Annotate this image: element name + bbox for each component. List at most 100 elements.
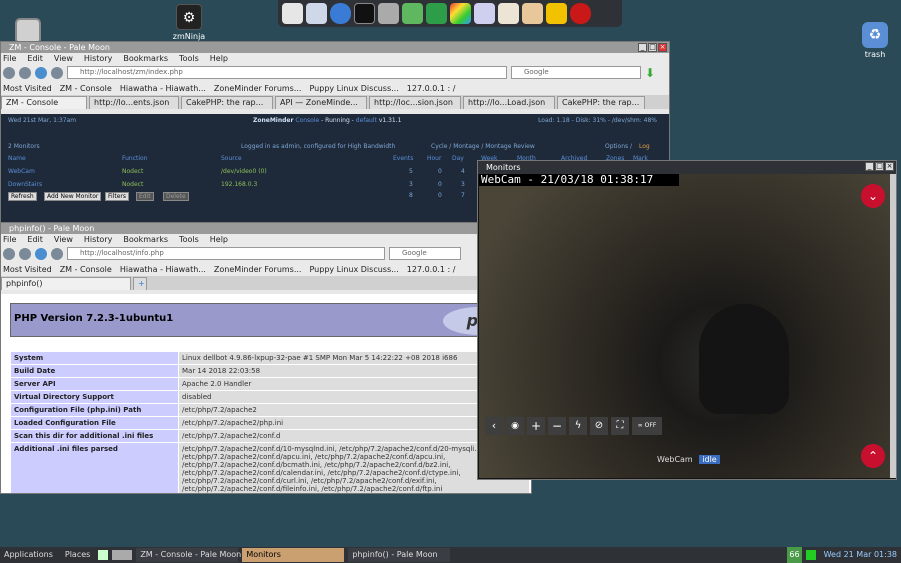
back-icon[interactable] — [3, 247, 15, 260]
workspace-switcher[interactable] — [112, 550, 133, 560]
col-hour[interactable]: Hour — [427, 155, 441, 162]
scroll-up-button[interactable]: ⌃ — [861, 444, 885, 468]
back-icon[interactable] — [3, 66, 15, 79]
close-button[interactable]: × — [658, 43, 667, 52]
tab-cakephp-1[interactable]: CakePHP: the rap... — [181, 96, 273, 109]
row-function[interactable]: Nodect — [122, 168, 143, 175]
cloud-icon[interactable] — [306, 3, 327, 24]
row-source[interactable]: 192.168.0.3 — [221, 181, 257, 188]
add-monitor-button[interactable]: Add New Monitor — [44, 192, 102, 201]
fullscreen-icon[interactable]: ⛶ — [611, 417, 629, 435]
bookmark-localhost[interactable]: 127.0.0.1 : / — [407, 265, 456, 274]
zm-view-links[interactable]: Cycle / Montage / Montage Review — [431, 143, 535, 150]
zm-log-link[interactable]: Log — [639, 143, 650, 150]
zoom-out-icon[interactable]: − — [548, 417, 566, 435]
new-tab-button[interactable]: + — [133, 277, 147, 290]
settings-icon[interactable] — [498, 3, 519, 24]
reload-icon[interactable] — [35, 66, 47, 79]
terminal-icon[interactable] — [354, 3, 375, 24]
no-entry-icon[interactable]: ⊘ — [590, 417, 608, 435]
row-hour[interactable]: 0 — [438, 168, 442, 175]
menu-help[interactable]: Help — [210, 53, 228, 64]
bookmark-puppy-linux[interactable]: Puppy Linux Discuss... — [309, 84, 398, 93]
task-zm-console[interactable]: ZM - Console - Pale Moon — [136, 548, 241, 562]
tab-phpinfo[interactable]: phpinfo() — [1, 277, 131, 290]
menu-bookmarks[interactable]: Bookmarks — [123, 234, 168, 245]
row-day[interactable]: 4 — [461, 168, 465, 175]
zmninja-desktop-icon[interactable]: ⚙ zmNinja — [161, 4, 217, 41]
back-icon[interactable]: ‹ — [485, 417, 503, 435]
col-function[interactable]: Function — [122, 155, 148, 162]
minimize-button[interactable]: _ — [638, 43, 647, 52]
tab-api-zoneminder[interactable]: API — ZoneMinde... — [275, 96, 367, 109]
task-phpinfo[interactable]: phpinfo() - Pale Moon — [348, 548, 451, 562]
forward-icon[interactable] — [19, 66, 31, 79]
menu-file[interactable]: File — [3, 53, 16, 64]
row-events[interactable]: 5 — [409, 168, 413, 175]
color-picker-icon[interactable] — [450, 3, 471, 24]
bookmark-most-visited[interactable]: Most Visited — [3, 265, 52, 274]
network-icon[interactable] — [805, 550, 816, 560]
menu-history[interactable]: History — [84, 234, 112, 245]
maximize-button[interactable]: □ — [648, 43, 657, 52]
bookmark-zoneminder-forums[interactable]: ZoneMinder Forums... — [214, 265, 302, 274]
zm-logged-in[interactable]: Logged in as admin, configured for High … — [241, 143, 395, 150]
applications-menu[interactable]: Applications — [0, 548, 57, 562]
row-events[interactable]: 3 — [409, 181, 413, 188]
scroll-down-button[interactable]: ⌄ — [861, 184, 885, 208]
bookmark-zm-console[interactable]: ZM - Console — [60, 84, 112, 93]
monitors-scrollbar[interactable] — [890, 174, 896, 478]
trash-desktop-icon[interactable]: ♻ trash — [847, 22, 901, 59]
home-icon[interactable] — [51, 66, 63, 79]
minimize-button[interactable]: _ — [865, 162, 874, 171]
monitor-icon[interactable] — [378, 3, 399, 24]
row-day[interactable]: 3 — [461, 181, 465, 188]
filters-button[interactable]: Filters — [105, 192, 129, 201]
edit-button[interactable]: Edit — [136, 192, 154, 201]
refresh-button[interactable]: Refresh — [8, 192, 37, 201]
bookmark-hiawatha[interactable]: Hiawatha - Hiawath... — [120, 84, 206, 93]
col-source[interactable]: Source — [221, 155, 242, 162]
show-desktop-icon[interactable] — [98, 550, 109, 560]
cycle-off-button[interactable]: ∞ OFF — [632, 417, 662, 435]
forward-icon[interactable] — [19, 247, 31, 260]
menu-view[interactable]: View — [54, 53, 73, 64]
flash-icon[interactable]: ϟ — [569, 417, 587, 435]
zoom-in-icon[interactable]: + — [527, 417, 545, 435]
zm-console-link[interactable]: Console — [295, 117, 319, 124]
edit-icon[interactable] — [546, 3, 567, 24]
reload-icon[interactable] — [35, 247, 47, 260]
tab-zm-console[interactable]: ZM - Console — [1, 96, 87, 109]
bookmark-hiawatha[interactable]: Hiawatha - Hiawath... — [120, 265, 206, 274]
col-day[interactable]: Day — [452, 155, 464, 162]
row-name[interactable]: DownStairs — [8, 181, 42, 188]
row-hour[interactable]: 0 — [438, 181, 442, 188]
menu-help[interactable]: Help — [210, 234, 228, 245]
close-button[interactable]: × — [885, 162, 894, 171]
chat-icon[interactable] — [330, 3, 351, 24]
tab-cakephp-2[interactable]: CakePHP: the rap... — [557, 96, 645, 109]
bookmark-localhost[interactable]: 127.0.0.1 : / — [407, 84, 456, 93]
calculator-icon[interactable] — [402, 3, 423, 24]
tab-events-json[interactable]: http://lo...ents.json — [89, 96, 179, 109]
package-icon[interactable] — [522, 3, 543, 24]
bookmark-puppy-linux[interactable]: Puppy Linux Discuss... — [309, 265, 398, 274]
url-bar[interactable]: http://localhost/info.php — [67, 247, 385, 260]
url-bar[interactable]: http://localhost/zm/index.php — [67, 66, 507, 79]
tab-load-json[interactable]: http://lo...Load.json — [463, 96, 555, 109]
camera-icon[interactable]: ◉ — [506, 417, 524, 435]
task-monitors[interactable]: Monitors — [242, 548, 345, 562]
col-events[interactable]: Events — [393, 155, 413, 162]
download-icon[interactable]: ⬇ — [645, 66, 655, 80]
places-menu[interactable]: Places — [61, 548, 94, 562]
menu-tools[interactable]: Tools — [179, 234, 199, 245]
bookmark-most-visited[interactable]: Most Visited — [3, 84, 52, 93]
maximize-button[interactable]: □ — [875, 162, 884, 171]
menu-history[interactable]: History — [84, 53, 112, 64]
spreadsheet-icon[interactable] — [426, 3, 447, 24]
menu-tools[interactable]: Tools — [179, 53, 199, 64]
menu-edit[interactable]: Edit — [27, 53, 43, 64]
zm-options-link[interactable]: Options / — [605, 143, 632, 150]
tab-session-json[interactable]: http://loc...sion.json — [369, 96, 461, 109]
power-icon[interactable] — [570, 3, 591, 24]
